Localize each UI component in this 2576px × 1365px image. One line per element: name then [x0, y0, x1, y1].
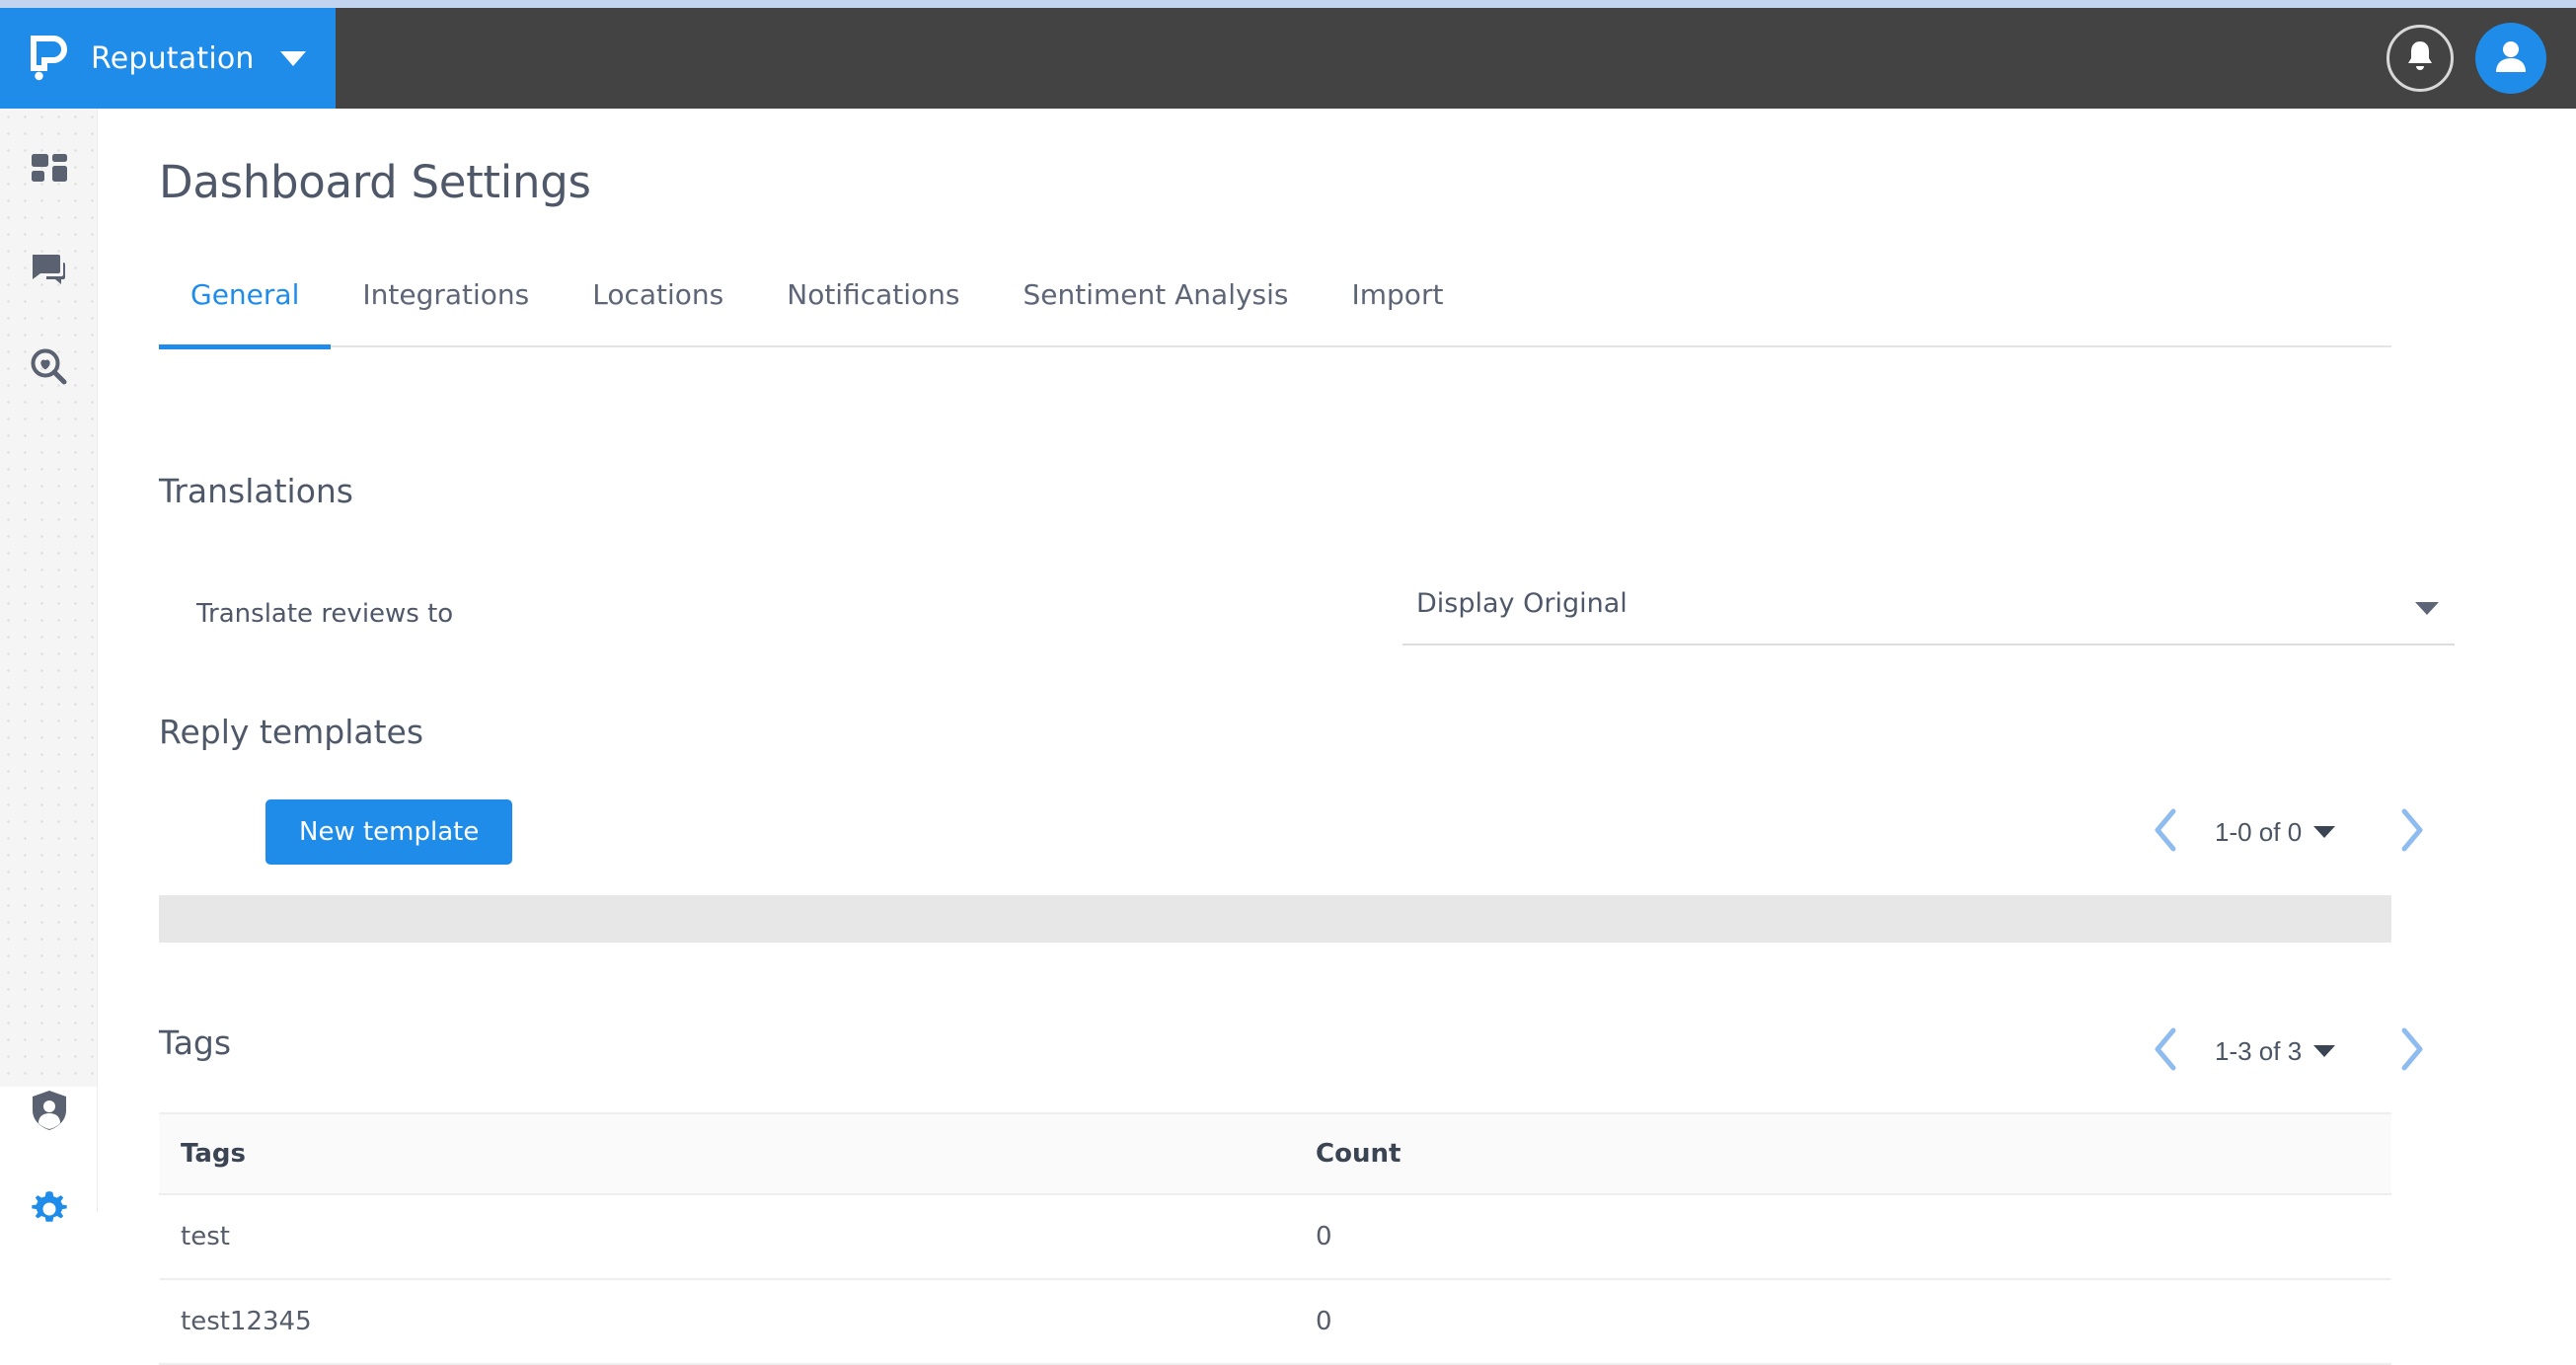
settings-tabs: General Integrations Locations Notificat… [159, 257, 2391, 349]
browser-top-strip [0, 0, 2576, 8]
chevron-left-icon [2152, 807, 2181, 858]
table-row[interactable]: test 0 [159, 1194, 2391, 1280]
tab-general[interactable]: General [159, 257, 332, 349]
page-title: Dashboard Settings [159, 156, 591, 208]
translations-heading: Translations [159, 472, 354, 510]
reply-templates-paginator: 1-0 of 0 [2136, 799, 2442, 865]
sidebar-item-reviews[interactable] [0, 219, 98, 318]
tags-next-button[interactable] [2381, 1021, 2442, 1082]
translate-reviews-label: Translate reviews to [196, 599, 454, 629]
reply-templates-pagesize-caret-icon[interactable] [2313, 826, 2336, 838]
new-template-button[interactable]: New template [265, 799, 513, 865]
gear-icon [29, 1188, 70, 1230]
sidebar-item-admin[interactable] [0, 1061, 98, 1160]
reply-templates-range: 1-0 of 0 [2215, 816, 2303, 847]
main-content: Dashboard Settings General Integrations … [98, 109, 2576, 1365]
notifications-button[interactable] [2387, 25, 2454, 92]
brand-switcher[interactable]: Reputation [0, 8, 336, 109]
bell-icon [2403, 38, 2437, 79]
reply-templates-empty-row [159, 895, 2391, 943]
tags-prev-button[interactable] [2136, 1021, 2197, 1082]
tag-name-cell: test [159, 1194, 1294, 1280]
reply-templates-prev-button[interactable] [2136, 801, 2197, 863]
chevron-left-icon [2152, 1026, 2181, 1077]
brand-name: Reputation [91, 40, 255, 76]
chevron-right-icon [2396, 1026, 2426, 1077]
chevron-right-icon [2396, 807, 2426, 858]
table-row[interactable]: test12345 0 [159, 1279, 2391, 1365]
tags-pagesize-caret-icon[interactable] [2313, 1045, 2336, 1057]
topbar-actions [2387, 8, 2546, 109]
user-avatar-icon [2491, 37, 2531, 81]
translate-reviews-select[interactable]: Display Original [1402, 580, 2455, 645]
tab-notifications[interactable]: Notifications [755, 257, 991, 347]
top-bar: Reputation [0, 8, 2576, 109]
tags-table: Tags Count test 0 test12345 0 [159, 1112, 2391, 1365]
tag-count-cell: 0 [1294, 1279, 2391, 1365]
column-header-tags[interactable]: Tags [159, 1112, 1294, 1195]
tags-table-header: Tags Count [159, 1112, 2391, 1195]
translate-reviews-value: Display Original [1416, 588, 1628, 619]
tags-table-body: test 0 test12345 0 [159, 1194, 2391, 1365]
sidebar-item-dashboard[interactable] [0, 120, 98, 219]
tags-heading: Tags [159, 1024, 232, 1062]
shield-person-icon [30, 1090, 69, 1131]
column-header-count[interactable]: Count [1294, 1112, 2391, 1195]
reputation-p-logo-icon [30, 36, 69, 81]
tag-name-cell: test12345 [159, 1279, 1294, 1365]
reply-templates-next-button[interactable] [2381, 801, 2442, 863]
table-header-row: Tags Count [159, 1112, 2391, 1195]
chat-bubbles-icon [30, 249, 69, 288]
sidebar-item-insights[interactable] [0, 318, 98, 417]
tags-range: 1-3 of 3 [2215, 1035, 2303, 1066]
tab-locations[interactable]: Locations [561, 257, 755, 347]
reply-templates-heading: Reply templates [159, 713, 424, 751]
tab-import[interactable]: Import [1321, 257, 1476, 347]
sidebar-item-settings[interactable] [0, 1160, 98, 1258]
left-sidebar [0, 109, 98, 1212]
tab-integrations[interactable]: Integrations [331, 257, 561, 347]
tab-sentiment-analysis[interactable]: Sentiment Analysis [992, 257, 1321, 347]
dashboard-grid-icon [30, 150, 69, 190]
user-avatar-button[interactable] [2475, 23, 2546, 94]
magnifier-heart-icon [30, 347, 69, 387]
dropdown-caret-icon [2415, 602, 2439, 615]
tags-paginator: 1-3 of 3 [2136, 1019, 2442, 1084]
tag-count-cell: 0 [1294, 1194, 2391, 1280]
chevron-down-icon[interactable] [279, 50, 306, 66]
